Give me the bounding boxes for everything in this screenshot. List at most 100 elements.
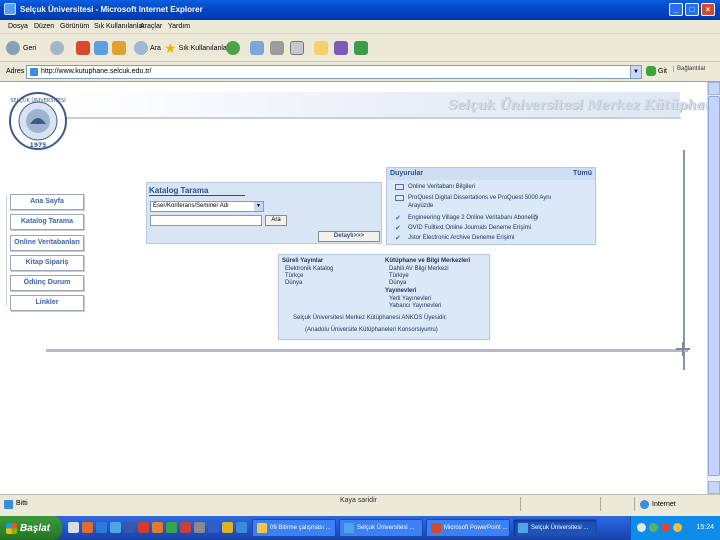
start-button[interactable]: Başlat: [0, 516, 62, 540]
libraries-link[interactable]: Dünya: [389, 280, 406, 286]
menu-edit[interactable]: Düzen: [34, 23, 54, 30]
publishers-link[interactable]: Yerli Yayınevleri: [389, 296, 431, 302]
periodicals-heading: Süreli Yayınlar: [282, 258, 324, 264]
stop-icon: [76, 41, 90, 55]
taskbar-item[interactable]: Selçuk Üniversitesi ...: [339, 519, 423, 537]
refresh-button[interactable]: [94, 40, 108, 56]
check-icon: ✔: [395, 235, 401, 242]
university-logo[interactable]: SELÇUK ÜNİVERSİTESİ 1975: [8, 90, 68, 154]
quicklaunch-icon[interactable]: [138, 522, 149, 533]
scroll-thumb[interactable]: [708, 96, 720, 476]
back-arrow-icon: [6, 41, 20, 55]
address-input[interactable]: http://www.kutuphane.selcuk.edu.tr/ ▼: [26, 65, 642, 79]
menu-favorites[interactable]: Sık Kullanılanlar: [94, 23, 145, 30]
scroll-up-button[interactable]: [708, 82, 720, 95]
quicklaunch-icon[interactable]: [82, 522, 93, 533]
minimize-button[interactable]: _: [669, 3, 683, 16]
search-field-value: Eser/Konferans/Seminer Adı: [153, 203, 229, 209]
media-icon: [226, 41, 240, 55]
announcement-item[interactable]: ✔ OVID Fulltext Online Journals Deneme E…: [395, 224, 531, 232]
close-button[interactable]: ×: [701, 3, 715, 16]
taskbar-item-label: 09 Bitirme çalışması ...: [270, 525, 331, 531]
favorites-button[interactable]: ★ Sık Kullanılanlar: [164, 40, 229, 56]
status-separator: [600, 497, 601, 511]
announcement-item[interactable]: ✔ Engineering Village 2 Online Veritaban…: [395, 214, 538, 222]
taskbar-item-active[interactable]: Selçuk Üniversitesi ...: [513, 519, 597, 537]
taskbar-item-label: Microsoft PowerPoint ...: [444, 525, 508, 531]
title-bar: Selçuk Üniversitesi - Microsoft Internet…: [0, 0, 720, 20]
quicklaunch-icon[interactable]: [166, 522, 177, 533]
libraries-link[interactable]: Türkiye: [389, 273, 409, 279]
detailed-search-button[interactable]: Detaylı>>>: [318, 231, 380, 242]
quicklaunch-icon[interactable]: [208, 522, 219, 533]
menu-file[interactable]: Dosya: [8, 23, 28, 30]
quicklaunch-icon[interactable]: [124, 522, 135, 533]
announcements-all-link[interactable]: Tümü: [573, 170, 592, 177]
maximize-button[interactable]: □: [685, 3, 699, 16]
publishers-link[interactable]: Yabancı Yayınevleri: [389, 303, 441, 309]
catalog-search-input[interactable]: [150, 215, 262, 226]
go-button[interactable]: Git: [646, 66, 667, 76]
vertical-scrollbar[interactable]: [707, 82, 720, 494]
libraries-link[interactable]: Dahili AV Bilgi Merkezi: [389, 266, 449, 272]
system-tray: 15:24: [630, 516, 720, 540]
ie-app-icon: [4, 3, 16, 15]
clock: 15:24: [696, 524, 714, 531]
messenger-button[interactable]: [354, 40, 368, 56]
ankos-member-text[interactable]: Selçuk Üniversitesi Merkez Kütüphanesi A…: [293, 315, 447, 321]
print-button[interactable]: [270, 40, 284, 56]
tray-icon[interactable]: [673, 523, 682, 532]
research-button[interactable]: [334, 40, 348, 56]
forward-arrow-icon: [50, 41, 64, 55]
menu-help[interactable]: Yardım: [168, 23, 190, 30]
announcement-item[interactable]: Online Veritabanı Bilgileri: [395, 184, 475, 190]
nav-catalog-search[interactable]: Katalog Tarama: [10, 214, 84, 230]
quicklaunch-icon[interactable]: [110, 522, 121, 533]
page-icon: [30, 68, 38, 76]
catalog-search-button[interactable]: Ara: [265, 215, 287, 226]
periodicals-link[interactable]: Türkçe: [285, 273, 303, 279]
quicklaunch-icon[interactable]: [222, 522, 233, 533]
mail-button[interactable]: [250, 40, 264, 56]
discuss-button[interactable]: [314, 40, 328, 56]
ankos-consortium-text: (Anadolu Üniversite Kütüphaneleri Konsor…: [305, 327, 438, 333]
address-dropdown-icon[interactable]: ▼: [630, 66, 641, 78]
search-field-select[interactable]: Eser/Konferans/Seminer Adı ▼: [150, 201, 264, 212]
quicklaunch-icon[interactable]: [194, 522, 205, 533]
catalog-title: Katalog Tarama: [149, 186, 209, 195]
taskbar-item[interactable]: 09 Bitirme çalışması ...: [252, 519, 336, 537]
media-button[interactable]: [226, 40, 240, 56]
search-button[interactable]: Ara: [134, 40, 161, 56]
periodicals-link[interactable]: Dünya: [285, 280, 302, 286]
menu-view[interactable]: Görünüm: [60, 23, 89, 30]
menu-tools[interactable]: Araçlar: [140, 23, 162, 30]
home-button[interactable]: [112, 40, 126, 56]
links-button[interactable]: Bağlantılar: [673, 66, 706, 72]
tray-icon[interactable]: [649, 523, 658, 532]
discuss-icon: [314, 41, 328, 55]
nav-book-order[interactable]: Kitap Sipariş: [10, 255, 84, 271]
edit-button[interactable]: [290, 40, 304, 56]
show-desktop-icon[interactable]: [68, 522, 79, 533]
quicklaunch-icon[interactable]: [96, 522, 107, 533]
announcement-item-continued[interactable]: Arayüzde: [408, 203, 433, 209]
scroll-down-button[interactable]: [708, 481, 720, 494]
quicklaunch-icon[interactable]: [152, 522, 163, 533]
nav-home[interactable]: Ana Sayfa: [10, 194, 84, 210]
nav-loan-status[interactable]: Ödünç Durum: [10, 275, 84, 291]
quicklaunch-icon[interactable]: [236, 522, 247, 533]
quicklaunch-icon[interactable]: [180, 522, 191, 533]
forward-button[interactable]: [50, 40, 64, 56]
announcement-item[interactable]: ✔ Jstor Electronic Archive Deneme Erişim…: [395, 234, 514, 242]
periodicals-link[interactable]: Elektronik Katalog: [285, 266, 333, 272]
back-button[interactable]: Geri: [6, 40, 36, 56]
stop-button[interactable]: [76, 40, 90, 56]
nav-online-databases[interactable]: Online Veritabanları: [10, 235, 84, 251]
taskbar-item[interactable]: Microsoft PowerPoint ...: [426, 519, 510, 537]
announcement-item[interactable]: ProQuest Digital Dissertations ve ProQue…: [395, 195, 551, 201]
status-separator: [634, 497, 635, 511]
tray-icon[interactable]: [661, 523, 670, 532]
nav-links[interactable]: Linkler: [10, 295, 84, 311]
tray-icon[interactable]: [637, 523, 646, 532]
site-banner: Selçuk Üniversitesi Merkez Kütüphanesi: [448, 98, 707, 113]
